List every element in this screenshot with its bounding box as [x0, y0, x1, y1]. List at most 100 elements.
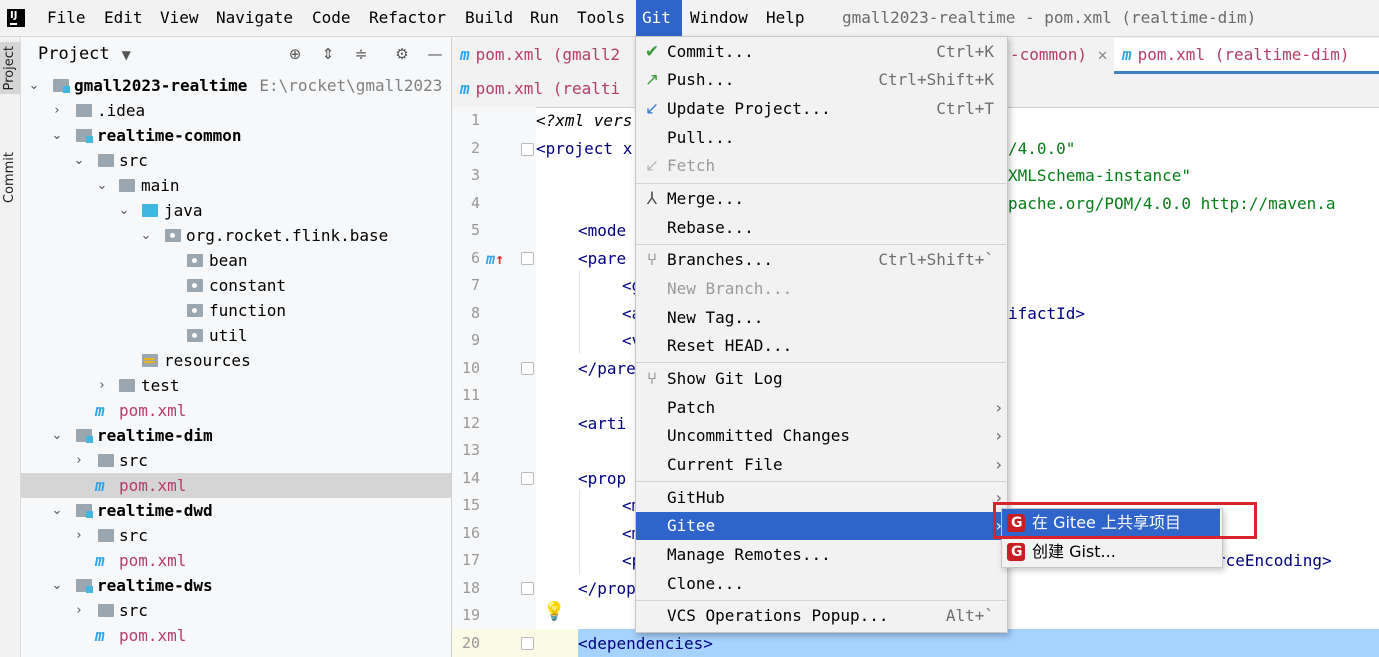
menu-edit[interactable]: Edit [98, 0, 149, 36]
fold-marker-icon[interactable] [521, 582, 534, 595]
menu-build[interactable]: Build [459, 0, 519, 36]
menu-item-rebase[interactable]: Rebase... [636, 214, 1006, 242]
menu-item-clone[interactable]: Clone... [636, 570, 1006, 598]
push-arrow-icon: ↗ [644, 70, 660, 90]
menu-item-branches[interactable]: ⑂ Branches... Ctrl+Shift+` [636, 246, 1006, 274]
tab-pom-dws[interactable]: m pom.xml (realti [460, 72, 620, 105]
line-number: 12 [461, 414, 480, 432]
tree-item-test[interactable]: › test [21, 373, 451, 398]
maven-parent-icon[interactable]: m↑ [486, 250, 504, 268]
tab-pom-common[interactable]: -common) ✕ [1010, 38, 1108, 71]
gear-icon[interactable]: ⚙ [393, 45, 411, 63]
commit-tool-tab[interactable]: Commit [0, 148, 20, 207]
close-icon[interactable]: ✕ [1097, 49, 1108, 64]
tree-item-realtime-dws[interactable]: ⌄ realtime-dws [21, 573, 451, 598]
menu-item-gitee[interactable]: Gitee › [636, 512, 1006, 540]
code-line: ifactId> [1008, 304, 1086, 323]
menu-item-vcs-operations-popup[interactable]: VCS Operations Popup... Alt+` [636, 602, 1006, 630]
tree-item-idea[interactable]: › .idea [21, 98, 451, 123]
tree-item-pom-dim[interactable]: m pom.xml [21, 473, 451, 498]
menu-run[interactable]: Run [524, 0, 565, 36]
tree-item-pom-common[interactable]: m pom.xml [21, 398, 451, 423]
tree-item-util[interactable]: util [21, 323, 451, 348]
fold-marker-icon[interactable] [521, 637, 534, 650]
menu-item-commit[interactable]: ✔ Commit... Ctrl+K [636, 38, 1006, 66]
menu-refactor[interactable]: Refactor [363, 0, 452, 36]
line-number: 5 [470, 221, 480, 239]
submenu-item-create-gist[interactable]: 创建 Gist... [1002, 538, 1220, 566]
project-panel-title[interactable]: Project ▼ [38, 44, 131, 64]
tree-item-src[interactable]: › src [21, 448, 451, 473]
expand-all-icon[interactable]: ⇕ [319, 45, 337, 63]
menu-file[interactable]: File [41, 0, 92, 36]
menu-item-reset-head[interactable]: Reset HEAD... [636, 332, 1006, 360]
line-number: 3 [470, 166, 480, 184]
line-number: 2 [470, 139, 480, 157]
menu-item-merge[interactable]: ⅄ Merge... [636, 185, 1006, 213]
menu-item-uncommitted-changes[interactable]: Uncommitted Changes › [636, 422, 1006, 450]
tab-pom-dim[interactable]: m pom.xml (realtime-dim) [1114, 38, 1379, 74]
tree-item-root[interactable]: ⌄ gmall2023-realtime E:\rocket\gmall2023 [21, 73, 451, 98]
menu-navigate[interactable]: Navigate [210, 0, 299, 36]
menu-item-patch[interactable]: Patch › [636, 394, 1006, 422]
menu-item-show-git-log[interactable]: ⑂ Show Git Log [636, 365, 1006, 393]
tree-item-resources[interactable]: resources [21, 348, 451, 373]
fold-marker-icon[interactable] [521, 143, 534, 156]
menu-item-manage-remotes[interactable]: Manage Remotes... [636, 541, 1006, 569]
tree-item-src[interactable]: › src [21, 598, 451, 623]
menu-help[interactable]: Help [760, 0, 811, 36]
tree-item-pom-dws[interactable]: m pom.xml [21, 623, 451, 648]
tree-item-constant[interactable]: constant [21, 273, 451, 298]
menu-item-current-file[interactable]: Current File › [636, 451, 1006, 479]
menu-code[interactable]: Code [306, 0, 357, 36]
menu-git[interactable]: Git [636, 0, 682, 36]
code-line: <?xml vers [536, 111, 633, 130]
tree-item-function[interactable]: function [21, 298, 451, 323]
hide-panel-icon[interactable]: — [426, 45, 444, 63]
tree-item-realtime-dim[interactable]: ⌄ realtime-dim [21, 423, 451, 448]
tree-item-src[interactable]: › src [21, 523, 451, 548]
tree-item-main[interactable]: ⌄ main [21, 173, 451, 198]
indent-guide [579, 490, 580, 574]
menu-item-new-branch[interactable]: New Branch... [636, 275, 1006, 303]
chevron-right-icon: › [995, 426, 1002, 445]
menu-item-update-project[interactable]: ↙ Update Project... Ctrl+T [636, 95, 1006, 123]
menu-item-push[interactable]: ↗ Push... Ctrl+Shift+K [636, 66, 1006, 94]
gitee-icon [1007, 538, 1025, 566]
menu-window[interactable]: Window [684, 0, 754, 36]
merge-icon: ⅄ [646, 189, 658, 209]
menu-view[interactable]: View [154, 0, 205, 36]
menu-separator [636, 244, 1006, 245]
locate-icon[interactable]: ⊕ [286, 45, 304, 63]
code-line: rceEncoding> [1216, 551, 1332, 570]
project-tool-tab[interactable]: Project [0, 42, 20, 95]
tree-item-src[interactable]: ⌄ src [21, 148, 451, 173]
line-number: 17 [461, 551, 480, 569]
menu-item-new-tag[interactable]: New Tag... [636, 304, 1006, 332]
fold-marker-icon[interactable] [521, 472, 534, 485]
tree-item-realtime-dwd[interactable]: ⌄ realtime-dwd [21, 498, 451, 523]
indent-guide [579, 270, 580, 354]
tree-item-package[interactable]: ⌄ org.rocket.flink.base [21, 223, 451, 248]
code-line: <mode [578, 221, 627, 240]
fold-marker-icon[interactable] [521, 252, 534, 265]
tab-pom-gmall2023[interactable]: m pom.xml (gmall2 [460, 38, 620, 71]
lightbulb-icon[interactable]: 💡 [543, 601, 565, 622]
menu-item-github[interactable]: GitHub › [636, 484, 1006, 512]
tree-item-realtime-common[interactable]: ⌄ realtime-common [21, 123, 451, 148]
branch-icon: ⑂ [646, 250, 658, 270]
check-icon: ✔ [644, 42, 660, 62]
tree-item-bean[interactable]: bean [21, 248, 451, 273]
menu-separator [636, 481, 1006, 482]
collapse-all-icon[interactable]: ≑ [352, 45, 370, 63]
fold-marker-icon[interactable] [521, 362, 534, 375]
menu-tools[interactable]: Tools [571, 0, 631, 36]
line-number: 6 [470, 249, 480, 267]
line-number: 1 [470, 111, 480, 129]
line-number: 10 [461, 359, 480, 377]
menu-item-fetch[interactable]: ↙ Fetch [636, 152, 1006, 180]
menu-item-pull[interactable]: Pull... [636, 124, 1006, 152]
left-tool-stripe [0, 37, 21, 657]
tree-item-pom-dwd[interactable]: m pom.xml [21, 548, 451, 573]
tree-item-java[interactable]: ⌄ java [21, 198, 451, 223]
